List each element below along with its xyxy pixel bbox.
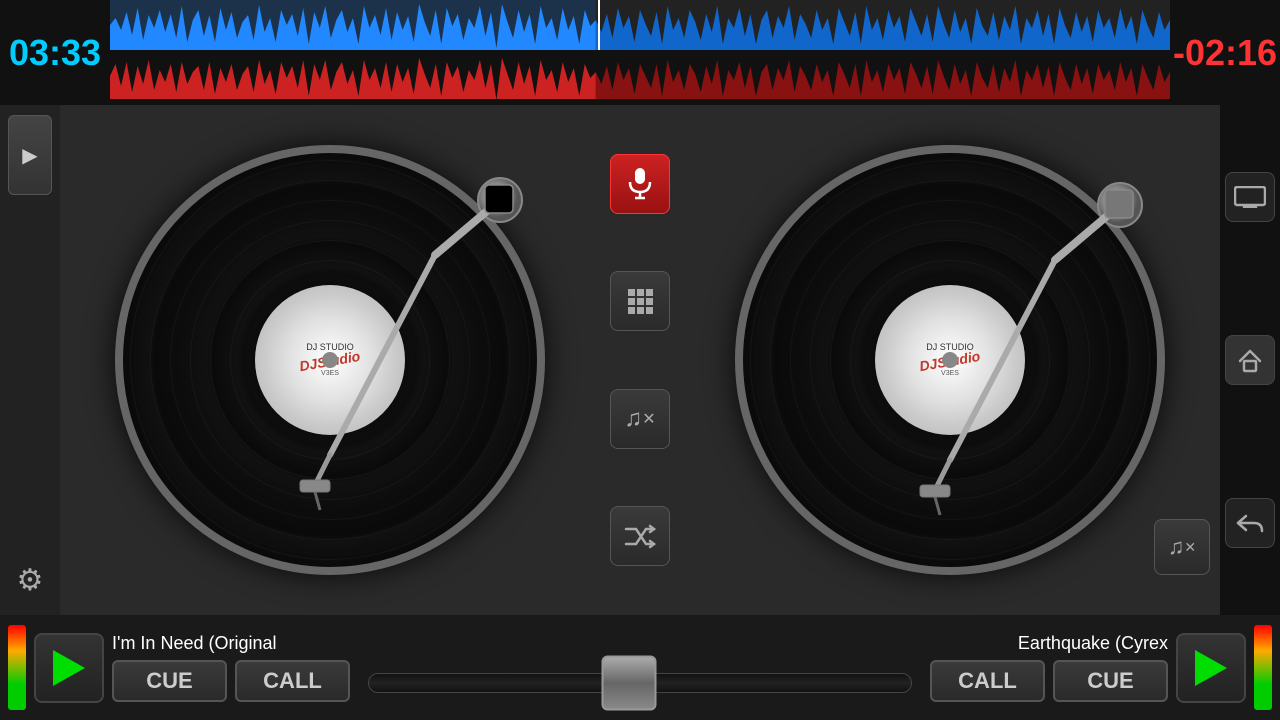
playhead (598, 0, 600, 50)
crossfader-section (358, 643, 922, 693)
left-volume-meter (8, 625, 26, 710)
right-turntable[interactable]: DJ STUDIO DJStudio V3ES (735, 145, 1165, 575)
right-music-button[interactable]: ♫✕ (1154, 519, 1210, 575)
waveform-container[interactable] (110, 0, 1170, 105)
right-play-icon (1195, 650, 1227, 686)
waveform-top[interactable] (110, 0, 1170, 50)
left-deck: DJ STUDIO DJStudio V3ES (60, 105, 600, 615)
left-record-label: DJ STUDIO DJStudio V3ES (255, 285, 405, 435)
grid-button[interactable] (610, 271, 670, 331)
right-platter[interactable]: DJ STUDIO DJStudio V3ES (735, 145, 1165, 575)
crossfader-knob[interactable] (602, 655, 657, 710)
waveform-section: 03:33 -02:16 (0, 0, 1280, 105)
crossfader-track[interactable] (368, 673, 912, 693)
time-remaining: -02:16 (1170, 32, 1280, 74)
right-deck: DJ STUDIO DJStudio V3ES (680, 105, 1220, 615)
left-play-button-bottom[interactable] (34, 633, 104, 703)
nav-controls (1220, 105, 1280, 615)
left-turntable[interactable]: DJ STUDIO DJStudio V3ES (115, 145, 545, 575)
left-play-button[interactable]: ▶ (8, 115, 52, 195)
left-play-icon (53, 650, 85, 686)
shuffle-button[interactable] (610, 506, 670, 566)
left-cue-button[interactable]: CUE (112, 660, 227, 702)
right-call-button[interactable]: CALL (930, 660, 1045, 702)
left-call-button[interactable]: CALL (235, 660, 350, 702)
left-side-controls: ▶ ⚙ (0, 105, 60, 615)
right-track-controls: Earthquake (Cyrex CALL CUE (930, 633, 1168, 702)
back-button[interactable] (1225, 498, 1275, 548)
right-track-name: Earthquake (Cyrex (1018, 633, 1168, 654)
left-track-controls: I'm In Need (Original CUE CALL (112, 633, 350, 702)
left-track-name: I'm In Need (Original (112, 633, 350, 654)
center-controls: ♫✕ (600, 105, 680, 615)
right-record-label: DJ STUDIO DJStudio V3ES (875, 285, 1025, 435)
mic-button[interactable] (610, 154, 670, 214)
screen-button[interactable] (1225, 172, 1275, 222)
main-area: ▶ ⚙ DJ STUDIO DJStud (0, 105, 1280, 615)
right-volume-meter (1254, 625, 1272, 710)
time-elapsed: 03:33 (0, 32, 110, 74)
turntables-area: DJ STUDIO DJStudio V3ES (60, 105, 1220, 615)
right-play-button-bottom[interactable] (1176, 633, 1246, 703)
right-cue-button[interactable]: CUE (1053, 660, 1168, 702)
left-spindle (322, 352, 338, 368)
waveform-bottom[interactable] (110, 54, 1170, 99)
right-spindle (942, 352, 958, 368)
right-cue-call-row: CALL CUE (930, 660, 1168, 702)
left-platter[interactable]: DJ STUDIO DJStudio V3ES (115, 145, 545, 575)
music-minus-button[interactable]: ♫✕ (610, 389, 670, 449)
home-button[interactable] (1225, 335, 1275, 385)
left-cue-call-row: CUE CALL (112, 660, 350, 702)
settings-gear-icon[interactable]: ⚙ (5, 555, 55, 605)
bottom-bar: I'm In Need (Original CUE CALL Earthquak… (0, 615, 1280, 720)
